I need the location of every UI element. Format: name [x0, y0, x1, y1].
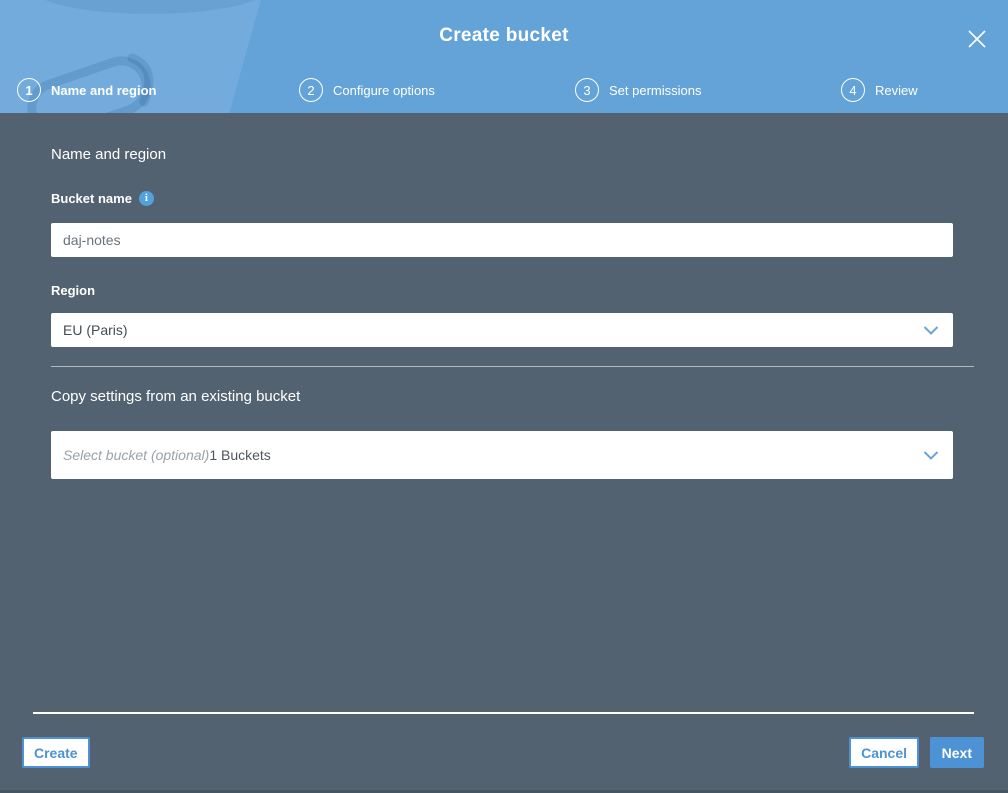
step-number-badge: 2 [299, 78, 323, 102]
footer-divider [33, 712, 974, 714]
region-select-value: EU (Paris) [63, 322, 128, 338]
dialog-header: Create bucket 1 Name and region 2 Config… [0, 0, 1008, 113]
create-button[interactable]: Create [22, 737, 90, 768]
step-configure-options[interactable]: 2 Configure options [299, 78, 435, 102]
step-label: Name and region [51, 82, 157, 98]
step-number-badge: 1 [17, 78, 41, 102]
step-review[interactable]: 4 Review [841, 78, 918, 102]
section-heading-copy-settings: Copy settings from an existing bucket [51, 388, 301, 405]
chevron-down-icon [923, 325, 939, 335]
step-number-badge: 3 [575, 78, 599, 102]
copy-settings-bucket-select[interactable]: Select bucket (optional) 1 Buckets [51, 431, 953, 479]
region-label: Region [51, 283, 95, 298]
region-select[interactable]: EU (Paris) [51, 313, 953, 347]
step-label: Configure options [333, 82, 435, 98]
step-label: Review [875, 82, 918, 98]
step-set-permissions[interactable]: 3 Set permissions [575, 78, 701, 102]
bucket-select-placeholder: Select bucket (optional) [63, 447, 210, 463]
region-label-text: Region [51, 283, 96, 298]
close-button[interactable] [962, 24, 992, 54]
section-heading-name-and-region: Name and region [51, 146, 167, 163]
info-icon[interactable]: i [138, 191, 154, 206]
bucket-name-label-text: Bucket name [51, 191, 132, 206]
bucket-name-input[interactable] [51, 223, 953, 257]
bucket-name-label: Bucket name i [51, 191, 154, 206]
next-button[interactable]: Next [929, 737, 984, 768]
close-icon [968, 30, 986, 48]
step-number-badge: 4 [841, 78, 865, 102]
step-name-and-region[interactable]: 1 Name and region [17, 78, 156, 102]
section-divider [51, 366, 974, 367]
bucket-select-count: 1 Buckets [209, 447, 271, 463]
step-label: Set permissions [609, 82, 702, 98]
dialog-title: Create bucket [439, 25, 569, 46]
chevron-down-icon [923, 450, 939, 460]
create-bucket-dialog: Create bucket 1 Name and region 2 Config… [0, 0, 1008, 793]
cancel-button[interactable]: Cancel [849, 737, 919, 768]
